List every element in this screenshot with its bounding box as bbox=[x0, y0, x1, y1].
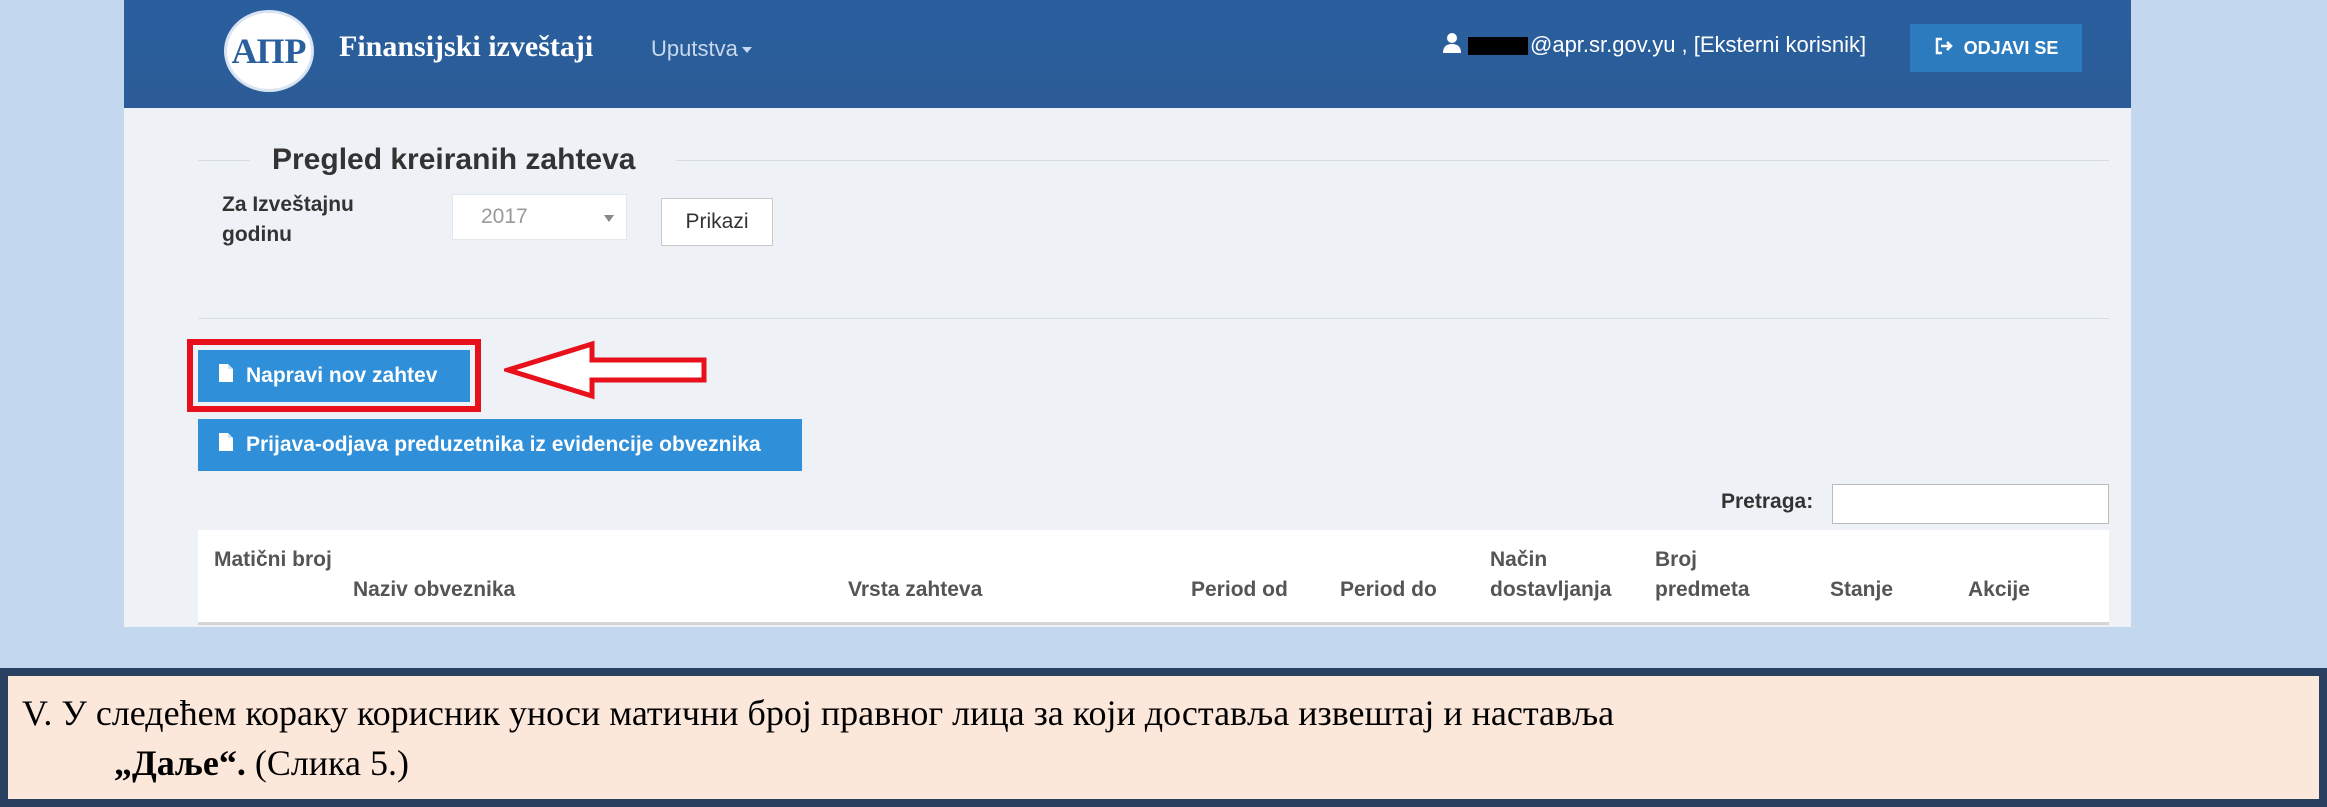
column-header[interactable]: Stanje bbox=[1830, 575, 1893, 605]
menu-uputstva[interactable]: Uputstva bbox=[651, 36, 752, 62]
logout-icon bbox=[1934, 37, 1954, 60]
caption-text: V. У следећем кораку корисник уноси мати… bbox=[8, 676, 2319, 799]
new-request-label: Napravi nov zahtev bbox=[246, 364, 438, 387]
column-header[interactable]: Akcije bbox=[1968, 575, 2030, 605]
caption-line-2: „Даље“. (Слика 5.) bbox=[22, 738, 2305, 788]
arrow-left-icon bbox=[504, 340, 707, 400]
column-header[interactable]: Naziv obveznika bbox=[353, 575, 515, 605]
column-header[interactable]: Način dostavljanja bbox=[1490, 545, 1630, 605]
register-entrepreneur-button[interactable]: Prijava-odjava preduzetnika iz evidencij… bbox=[198, 419, 802, 471]
menu-label: Uputstva bbox=[651, 36, 738, 61]
new-request-button[interactable]: Napravi nov zahtev bbox=[198, 350, 470, 402]
column-header[interactable]: Vrsta zahteva bbox=[848, 575, 982, 605]
register-entrepreneur-label: Prijava-odjava preduzetnika iz evidencij… bbox=[246, 433, 761, 456]
caret-down-icon bbox=[741, 47, 752, 54]
brand-title: Finansijski izveštaji bbox=[339, 30, 594, 63]
logo-text: АПР bbox=[231, 31, 306, 71]
user-info: @apr.sr.gov.yu , [Eksterni korisnik] bbox=[1442, 32, 1866, 60]
logout-label: ODJAVI SE bbox=[1963, 37, 2059, 58]
show-button[interactable]: Prikazi bbox=[661, 198, 773, 246]
search-label: Pretraga: bbox=[1721, 490, 1814, 513]
caption-box: V. У следећем кораку корисник уноси мати… bbox=[0, 668, 2327, 807]
column-header[interactable]: Broj predmeta bbox=[1655, 545, 1775, 605]
year-select[interactable]: 2017 bbox=[452, 194, 627, 240]
table-header: Matični broj Naziv obveznika Vrsta zahte… bbox=[198, 530, 2109, 625]
caption-rest: (Слика 5.) bbox=[245, 743, 409, 783]
year-label: Za Izveštajnu godinu bbox=[222, 193, 354, 246]
column-header[interactable]: Period od bbox=[1191, 575, 1288, 605]
navbar: АПР Finansijski izveštaji Uputstva @apr.… bbox=[124, 0, 2131, 108]
column-header[interactable]: Period do bbox=[1340, 575, 1437, 605]
user-icon bbox=[1442, 32, 1462, 60]
column-header[interactable]: Matični broj bbox=[214, 545, 334, 575]
document-icon bbox=[218, 363, 234, 389]
dropdown-arrow-icon bbox=[604, 215, 614, 222]
page-title: Pregled kreiranih zahteva bbox=[272, 143, 636, 176]
logout-button[interactable]: ODJAVI SE bbox=[1910, 24, 2082, 72]
year-value: 2017 bbox=[481, 205, 528, 228]
caption-line-1: V. У следећем кораку корисник уноси мати… bbox=[22, 693, 1615, 733]
apr-logo: АПР bbox=[224, 10, 314, 92]
document-icon bbox=[218, 432, 234, 458]
section-divider bbox=[198, 160, 250, 161]
app-screenshot: АПР Finansijski izveštaji Uputstva @apr.… bbox=[124, 0, 2131, 627]
section-divider bbox=[676, 160, 2109, 161]
user-email: @apr.sr.gov.yu , [Eksterni korisnik] bbox=[1530, 32, 1867, 57]
caption-bold: „Даље“. bbox=[114, 743, 246, 783]
section-divider bbox=[198, 318, 2109, 319]
search-input[interactable] bbox=[1832, 484, 2109, 524]
redacted-username bbox=[1468, 37, 1528, 56]
